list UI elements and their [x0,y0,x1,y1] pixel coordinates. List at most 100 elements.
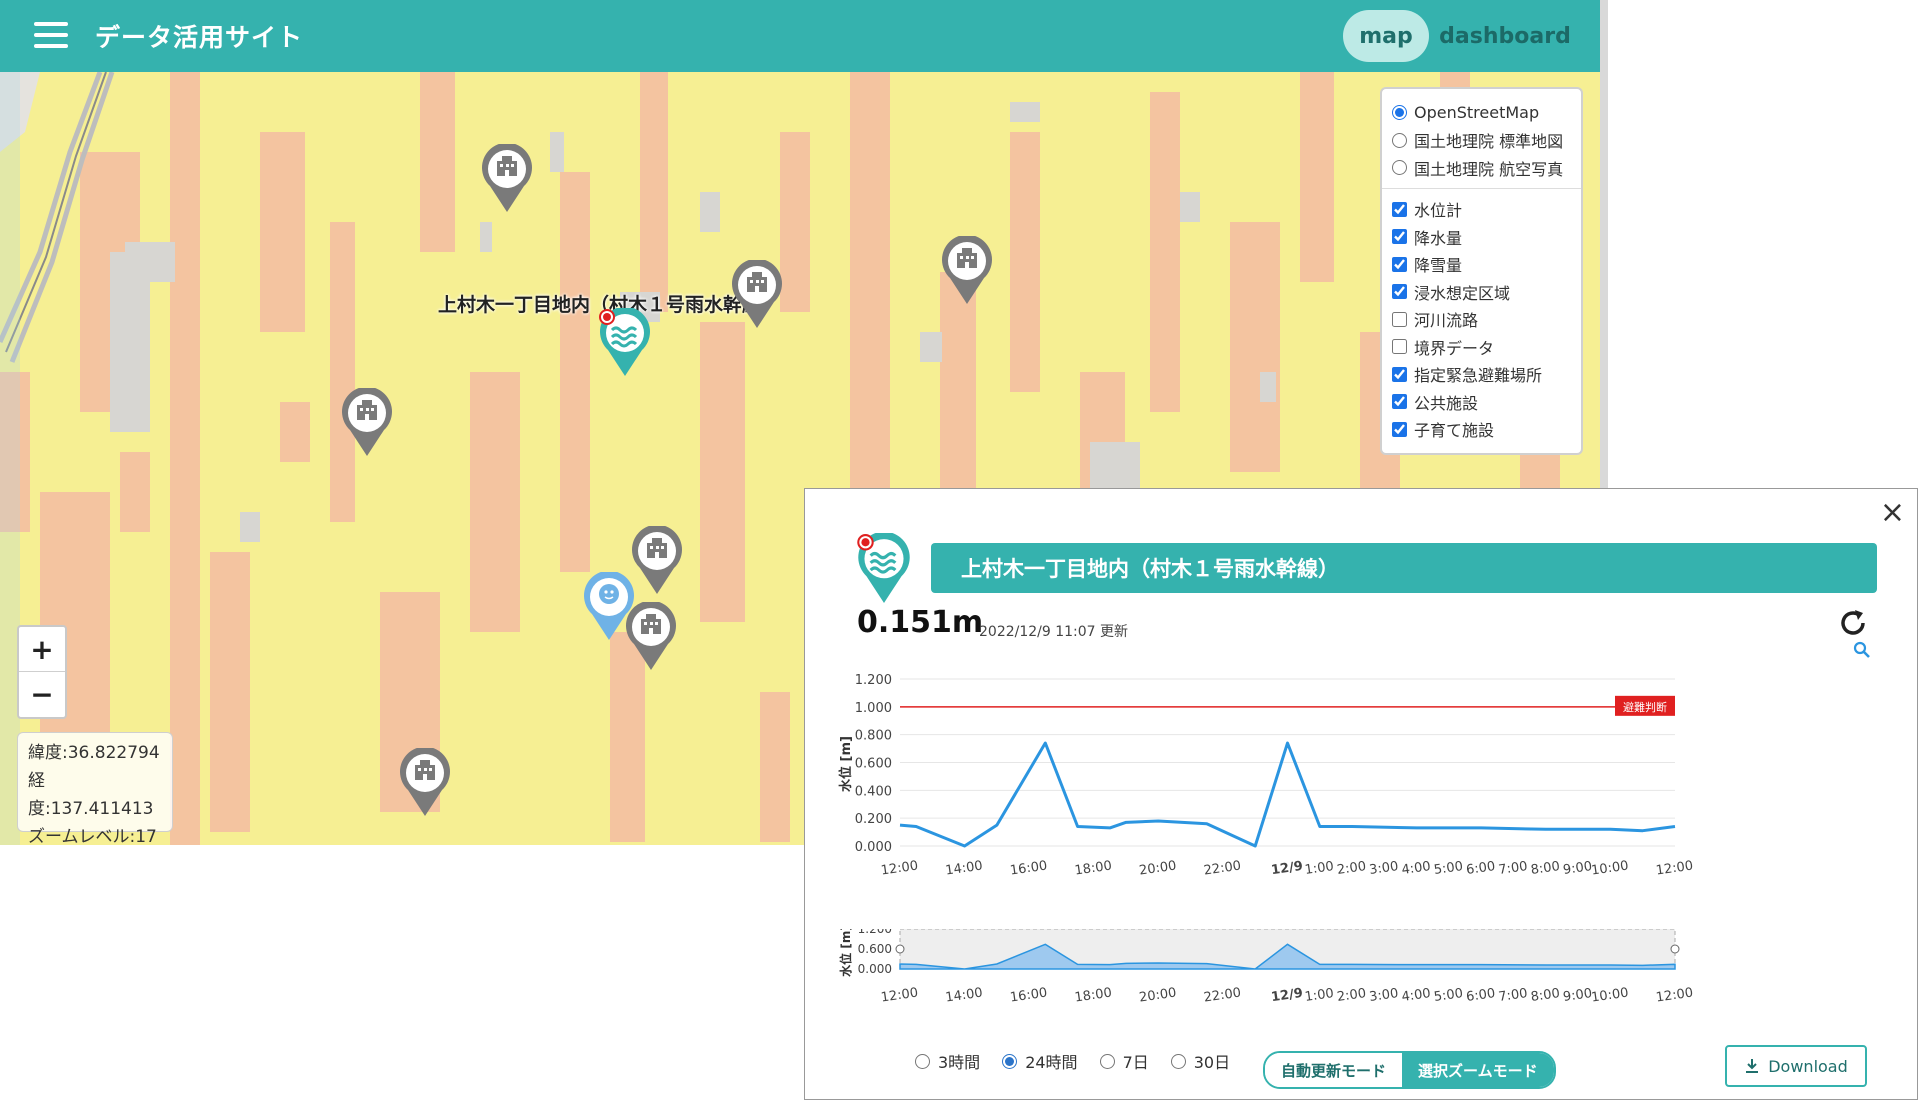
childcare-facility-marker[interactable] [582,572,636,642]
public-facility-marker[interactable] [398,748,452,818]
x-tick-label: 12:00 [880,985,919,1005]
x-tick-label: 5:00 [1433,986,1464,1005]
top-app-bar: データ活用サイト map dashboard [0,0,1600,72]
overlay-label: 公共施設 [1414,393,1479,413]
base-layer-option[interactable]: OpenStreetMap [1390,99,1573,127]
overlay-label: 降水量 [1414,228,1463,248]
range-option[interactable]: 3時間 [915,1049,980,1073]
overlay-option[interactable]: 指定緊急避難場所 [1390,361,1573,389]
x-tick-label: 20:00 [1138,985,1177,1005]
overlay-checkbox-public-facility[interactable] [1392,394,1407,410]
x-tick-label: 3:00 [1368,986,1399,1005]
water-level-chart[interactable]: 0.000 0.200 0.400 0.600 0.800 1.000 1.200 水位 [m… [805,659,1918,919]
overlay-checkbox-childcare[interactable] [1392,421,1407,437]
overlay-option[interactable]: 河川流路 [1390,306,1573,334]
range-radio-24h[interactable] [1002,1053,1018,1069]
base-layer-radio-gsi-standard[interactable] [1392,132,1407,148]
zoom-in-button[interactable]: + [19,627,65,671]
download-icon [1746,1059,1759,1073]
public-facility-marker[interactable] [730,260,784,330]
overlay-checkbox-rainfall[interactable] [1392,229,1407,245]
x-tick-label: 2:00 [1336,986,1367,1005]
overlay-option[interactable]: 子育て施設 [1390,416,1573,444]
range-option[interactable]: 30日 [1170,1049,1230,1073]
layer-divider [1382,187,1581,189]
range-option[interactable]: 24時間 [1002,1049,1078,1073]
range-radio-30d[interactable] [1170,1053,1186,1069]
water-level-marker[interactable] [598,308,652,378]
x-tick-label: 9:00 [1562,986,1593,1005]
overlay-label: 降雪量 [1414,256,1463,276]
overlay-option[interactable]: 降雪量 [1390,251,1573,279]
base-layer-radio-osm[interactable] [1392,105,1407,121]
overlay-label: 水位計 [1414,201,1463,221]
water-level-navigator-chart[interactable]: 0.000 0.600 1.200 水位 [m] 12:00 14:00 16:00 18:0… [805,929,1918,1049]
base-layer-label: 国土地理院 航空写真 [1414,159,1564,179]
x-tick-label: 22:00 [1203,858,1242,878]
y-tick-label: 1.200 [855,673,892,688]
base-layer-radio-gsi-photo[interactable] [1392,160,1407,176]
water-level-icon [857,533,910,603]
range-radio-3h[interactable] [915,1053,930,1069]
range-option[interactable]: 7日 [1099,1049,1149,1073]
x-tick-label: 7:00 [1498,986,1529,1005]
x-tick-label: 18:00 [1074,985,1113,1005]
range-radio-7d[interactable] [1099,1053,1115,1069]
x-tick-label: 14:00 [945,985,984,1005]
public-facility-marker[interactable] [630,526,684,596]
nav-dashboard-tab[interactable]: dashboard [1439,10,1571,62]
x-tick-label: 12/9 [1270,986,1304,1005]
overlay-label: 子育て施設 [1414,421,1495,441]
overlay-checkbox-evacuation[interactable] [1392,366,1407,382]
overlay-option[interactable]: 降水量 [1390,223,1573,251]
x-tick-label: 6:00 [1465,859,1496,878]
x-tick-label: 12:00 [1655,858,1694,878]
auto-update-mode-button[interactable]: 自動更新モード [1265,1053,1403,1087]
base-layer-label: OpenStreetMap [1414,103,1540,123]
x-tick-label: 16:00 [1009,985,1048,1005]
overlay-checkbox-water-gauge[interactable] [1392,201,1407,217]
download-label: Download [1768,1056,1848,1076]
x-tick-label: 9:00 [1562,859,1593,878]
x-tick-label: 14:00 [945,858,984,878]
x-tick-label: 4:00 [1401,859,1432,878]
close-icon[interactable]: × [1880,495,1905,530]
overlay-checkbox-flood-zone[interactable] [1392,284,1407,300]
overlay-label: 境界データ [1414,338,1495,358]
x-tick-label: 3:00 [1368,859,1399,878]
range-label: 3時間 [938,1053,981,1072]
x-tick-label: 10:00 [1590,985,1629,1005]
nav-map-tab[interactable]: map [1343,10,1429,62]
x-tick-label: 12/9 [1270,859,1304,878]
y-tick-label: 0.000 [855,840,892,855]
zoom-control: + − [17,625,67,719]
public-facility-marker[interactable] [340,388,394,458]
overlay-checkbox-river[interactable] [1392,311,1407,327]
overlay-option[interactable]: 境界データ [1390,333,1573,361]
zoom-out-button[interactable]: − [19,671,65,716]
overlay-option[interactable]: 浸水想定区域 [1390,278,1573,306]
hamburger-menu-icon[interactable] [34,22,68,50]
current-water-level: 0.151m [857,605,984,640]
latitude-readout: 緯度:36.822794 [28,743,160,763]
overlay-option[interactable]: 水位計 [1390,196,1573,224]
base-layer-option[interactable]: 国土地理院 航空写真 [1390,154,1573,182]
threshold-label: 避難判断 [1623,700,1667,714]
magnifier-icon[interactable] [1853,641,1871,659]
y-tick-label: 1.000 [855,701,892,716]
overlay-option[interactable]: 公共施設 [1390,388,1573,416]
download-button[interactable]: Download [1725,1045,1867,1087]
overlay-checkbox-snowfall[interactable] [1392,256,1407,272]
range-label: 24時間 [1025,1053,1078,1072]
x-tick-label: 12:00 [880,858,919,878]
overlay-checkbox-boundary[interactable] [1392,339,1407,355]
y-axis-label: 水位 [m] [838,736,854,792]
public-facility-marker[interactable] [480,144,534,214]
public-facility-marker[interactable] [940,236,994,306]
zoom-select-mode-button[interactable]: 選択ズームモード [1402,1053,1554,1087]
x-tick-label: 10:00 [1590,858,1629,878]
refresh-icon[interactable] [1837,607,1869,639]
popup-title: 上村木一丁目地内（村木１号雨水幹線） [931,543,1877,593]
x-tick-label: 1:00 [1304,986,1335,1005]
base-layer-option[interactable]: 国土地理院 標準地図 [1390,127,1573,155]
